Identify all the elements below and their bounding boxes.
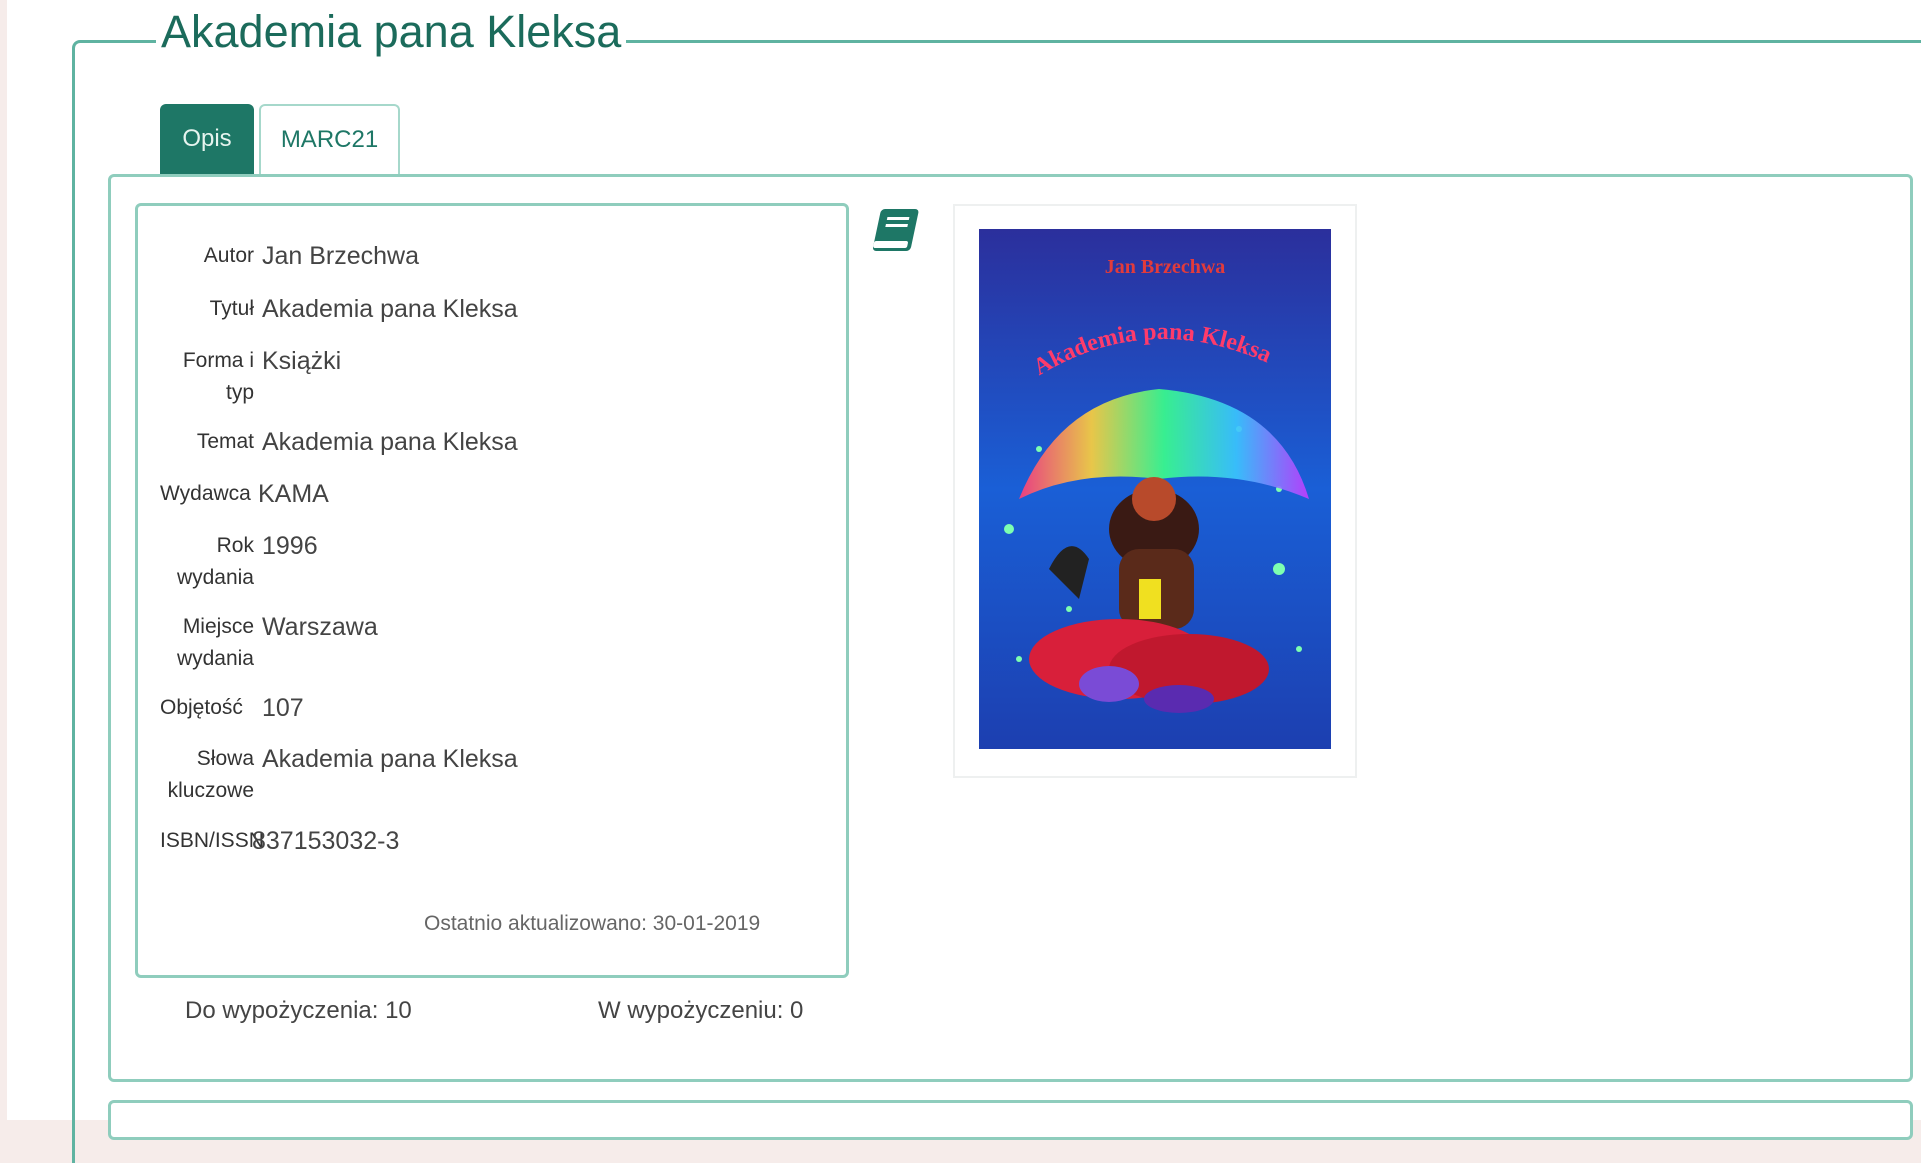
detail-label: Temat <box>196 430 254 453</box>
detail-label: Objętość <box>160 696 243 719</box>
detail-value: 107 <box>262 694 304 722</box>
detail-label: Autor <box>203 244 254 267</box>
detail-row-miejsce: Miejsce wydania Warszawa <box>160 611 378 675</box>
detail-label: Rok wydania <box>176 534 254 589</box>
book-icon <box>868 205 920 257</box>
detail-value: Książki <box>262 347 342 375</box>
detail-value: 837153032-3 <box>252 827 400 855</box>
detail-row-temat: Temat Akademia pana Kleksa <box>160 426 518 458</box>
detail-value: 1996 <box>262 532 318 560</box>
record-title: Akademia pana Kleksa <box>156 6 627 58</box>
detail-row-forma: Forma i typ Książki <box>160 345 341 409</box>
last-updated: Ostatnio aktualizowano: 30-01-2019 <box>424 912 761 935</box>
detail-row-objetosc: Objętość 107 <box>160 692 304 724</box>
detail-row-rok: Rok wydania 1996 <box>160 530 318 594</box>
detail-value: KAMA <box>258 480 329 508</box>
tab-opis[interactable]: Opis <box>160 104 254 174</box>
detail-label: Miejsce wydania <box>176 615 254 670</box>
detail-label: ISBN/ISSN <box>160 829 264 852</box>
detail-label: Słowa kluczowe <box>167 747 254 802</box>
detail-value: Akademia pana Kleksa <box>262 428 518 456</box>
detail-value: Akademia pana Kleksa <box>262 295 518 323</box>
detail-row-autor: Autor Jan Brzechwa <box>160 240 419 272</box>
detail-row-tytul: Tytuł Akademia pana Kleksa <box>160 293 518 325</box>
detail-value: Jan Brzechwa <box>262 242 420 270</box>
borrowed-count: W wypożyczeniu: 0 <box>598 997 804 1024</box>
detail-value: Warszawa <box>262 613 378 641</box>
detail-row-slowa: Słowa kluczowe Akademia pana Kleksa <box>160 743 518 807</box>
detail-label: Wydawca <box>160 482 251 505</box>
next-section-box <box>108 1100 1913 1140</box>
detail-row-wydawca: Wydawca KAMA <box>160 478 329 510</box>
detail-value: Akademia pana Kleksa <box>262 745 518 773</box>
book-cover-image: Jan Brzechwa Akademia pana Kleksa <box>979 229 1331 749</box>
available-count: Do wypożyczenia: 10 <box>185 997 412 1024</box>
tab-marc21[interactable]: MARC21 <box>259 104 400 174</box>
detail-row-isbn: ISBN/ISSN 837153032-3 <box>160 825 399 857</box>
detail-label: Forma i typ <box>182 349 254 404</box>
cover-image-frame: Jan Brzechwa Akademia pana Kleksa <box>953 204 1357 778</box>
detail-label: Tytuł <box>209 297 254 320</box>
cover-author: Jan Brzechwa <box>1105 256 1226 278</box>
